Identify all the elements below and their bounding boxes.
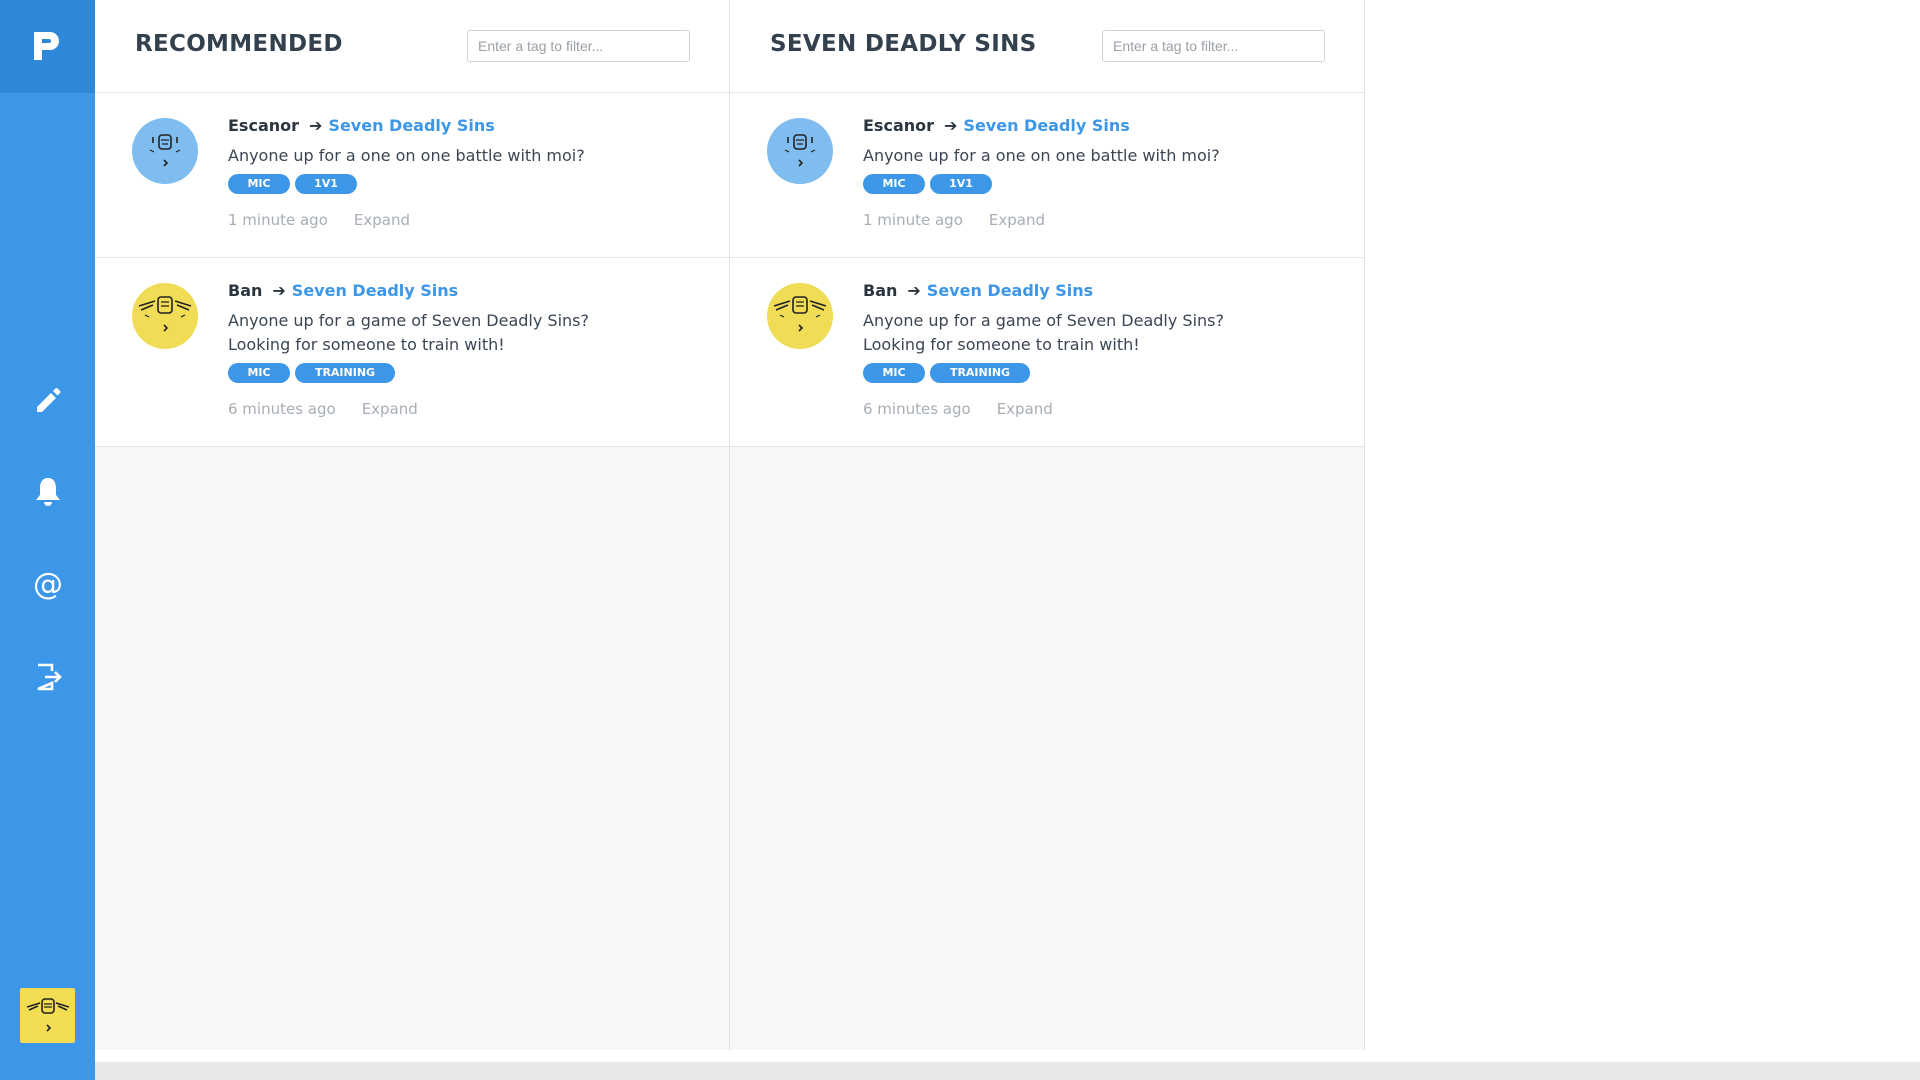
post-message: Anyone up for a one on one battle with m…	[228, 146, 585, 165]
post-footer: 6 minutes ago Expand	[228, 400, 689, 418]
post-header: Escanor ➔ Seven Deadly Sins	[863, 115, 1324, 137]
post-item: Ban ➔ Seven Deadly Sins Anyone up for a ga…	[95, 258, 729, 447]
arrow-icon: ➔	[272, 281, 286, 300]
expand-link[interactable]: Expand	[989, 211, 1045, 229]
post-message: Anyone up for a one on one battle with m…	[863, 146, 1220, 165]
post-timestamp: 1 minute ago	[228, 211, 328, 229]
column-header: RECOMMENDED	[95, 0, 729, 93]
expand-link[interactable]: Expand	[354, 211, 410, 229]
app-logo[interactable]	[0, 0, 95, 93]
post-item: Ban ➔ Seven Deadly Sins Anyone up for a ga…	[730, 258, 1364, 447]
avatar[interactable]	[767, 118, 833, 184]
post-item: Escanor ➔ Seven Deadly Sins Anyone up for …	[95, 93, 729, 258]
bell-icon	[35, 478, 60, 506]
expand-link[interactable]: Expand	[362, 400, 418, 418]
post-body: Ban ➔ Seven Deadly Sins Anyone up for a ga…	[228, 280, 689, 418]
post-body: Ban ➔ Seven Deadly Sins Anyone up for a ga…	[863, 280, 1324, 418]
post-footer: 1 minute ago Expand	[228, 211, 689, 229]
arrow-icon: ➔	[907, 281, 921, 300]
avatar[interactable]	[132, 118, 198, 184]
author-name[interactable]: Ban	[863, 281, 897, 300]
author-name[interactable]: Escanor	[863, 116, 934, 135]
post-timestamp: 6 minutes ago	[863, 400, 971, 418]
avatar[interactable]	[767, 283, 833, 349]
at-icon: @	[33, 567, 63, 601]
user-avatar[interactable]	[20, 988, 75, 1043]
group-link[interactable]: Seven Deadly Sins	[328, 116, 494, 135]
group-link[interactable]: Seven Deadly Sins	[927, 281, 1093, 300]
logo-p-icon	[34, 32, 59, 60]
post-header: Escanor ➔ Seven Deadly Sins	[228, 115, 689, 137]
ban-face-icon	[26, 997, 69, 1032]
ban-face-icon	[138, 296, 192, 332]
logout-button[interactable]	[0, 642, 95, 712]
column-header: SEVEN DEADLY SINS	[730, 0, 1364, 93]
tag-list: MIC TRAINING	[863, 363, 1324, 383]
post-item: Escanor ➔ Seven Deadly Sins Anyone up for …	[730, 93, 1364, 258]
tag[interactable]: MIC	[228, 363, 290, 383]
arrow-icon: ➔	[944, 116, 958, 135]
notifications-button[interactable]	[0, 457, 95, 527]
post-footer: 1 minute ago Expand	[863, 211, 1324, 229]
tag[interactable]: TRAINING	[295, 363, 395, 383]
sidebar: @	[0, 0, 95, 1080]
tag-filter-input[interactable]	[467, 30, 690, 62]
compose-button[interactable]	[0, 365, 95, 435]
post-header: Ban ➔ Seven Deadly Sins	[228, 280, 689, 302]
tag[interactable]: MIC	[863, 174, 925, 194]
svg-text:@: @	[33, 567, 63, 601]
tag[interactable]: MIC	[863, 363, 925, 383]
logout-icon	[36, 663, 62, 691]
post-body: Escanor ➔ Seven Deadly Sins Anyone up for …	[863, 115, 1324, 229]
tag[interactable]: TRAINING	[930, 363, 1030, 383]
post-body: Escanor ➔ Seven Deadly Sins Anyone up for …	[228, 115, 689, 229]
post-timestamp: 6 minutes ago	[228, 400, 336, 418]
group-link[interactable]: Seven Deadly Sins	[963, 116, 1129, 135]
group-link[interactable]: Seven Deadly Sins	[292, 281, 458, 300]
author-name[interactable]: Ban	[228, 281, 262, 300]
tag[interactable]: 1V1	[930, 174, 992, 194]
escanor-face-icon	[149, 134, 181, 167]
post-header: Ban ➔ Seven Deadly Sins	[863, 280, 1324, 302]
column-seven-deadly-sins: SEVEN DEADLY SINS Escanor ➔ Seven Deadly S…	[730, 0, 1365, 1050]
column-recommended: RECOMMENDED Escanor ➔ Seven Deadly Sins An…	[95, 0, 730, 1050]
mentions-button[interactable]: @	[0, 549, 95, 619]
author-name[interactable]: Escanor	[228, 116, 299, 135]
escanor-face-icon	[784, 134, 816, 167]
tag-list: MIC TRAINING	[228, 363, 689, 383]
post-footer: 6 minutes ago Expand	[863, 400, 1324, 418]
column-title: SEVEN DEADLY SINS	[770, 31, 1037, 57]
tag[interactable]: MIC	[228, 174, 290, 194]
tag[interactable]: 1V1	[295, 174, 357, 194]
post-message: Anyone up for a game of Seven Deadly Sin…	[228, 311, 589, 354]
avatar[interactable]	[132, 283, 198, 349]
post-timestamp: 1 minute ago	[863, 211, 963, 229]
horizontal-scrollbar[interactable]	[95, 1062, 1920, 1080]
arrow-icon: ➔	[309, 116, 323, 135]
pencil-icon	[36, 388, 60, 412]
tag-list: MIC 1V1	[228, 174, 689, 194]
column-title: RECOMMENDED	[135, 31, 343, 57]
expand-link[interactable]: Expand	[997, 400, 1053, 418]
ban-face-icon	[773, 296, 827, 332]
post-message: Anyone up for a game of Seven Deadly Sin…	[863, 311, 1224, 354]
tag-filter-input[interactable]	[1102, 30, 1325, 62]
tag-list: MIC 1V1	[863, 174, 1324, 194]
